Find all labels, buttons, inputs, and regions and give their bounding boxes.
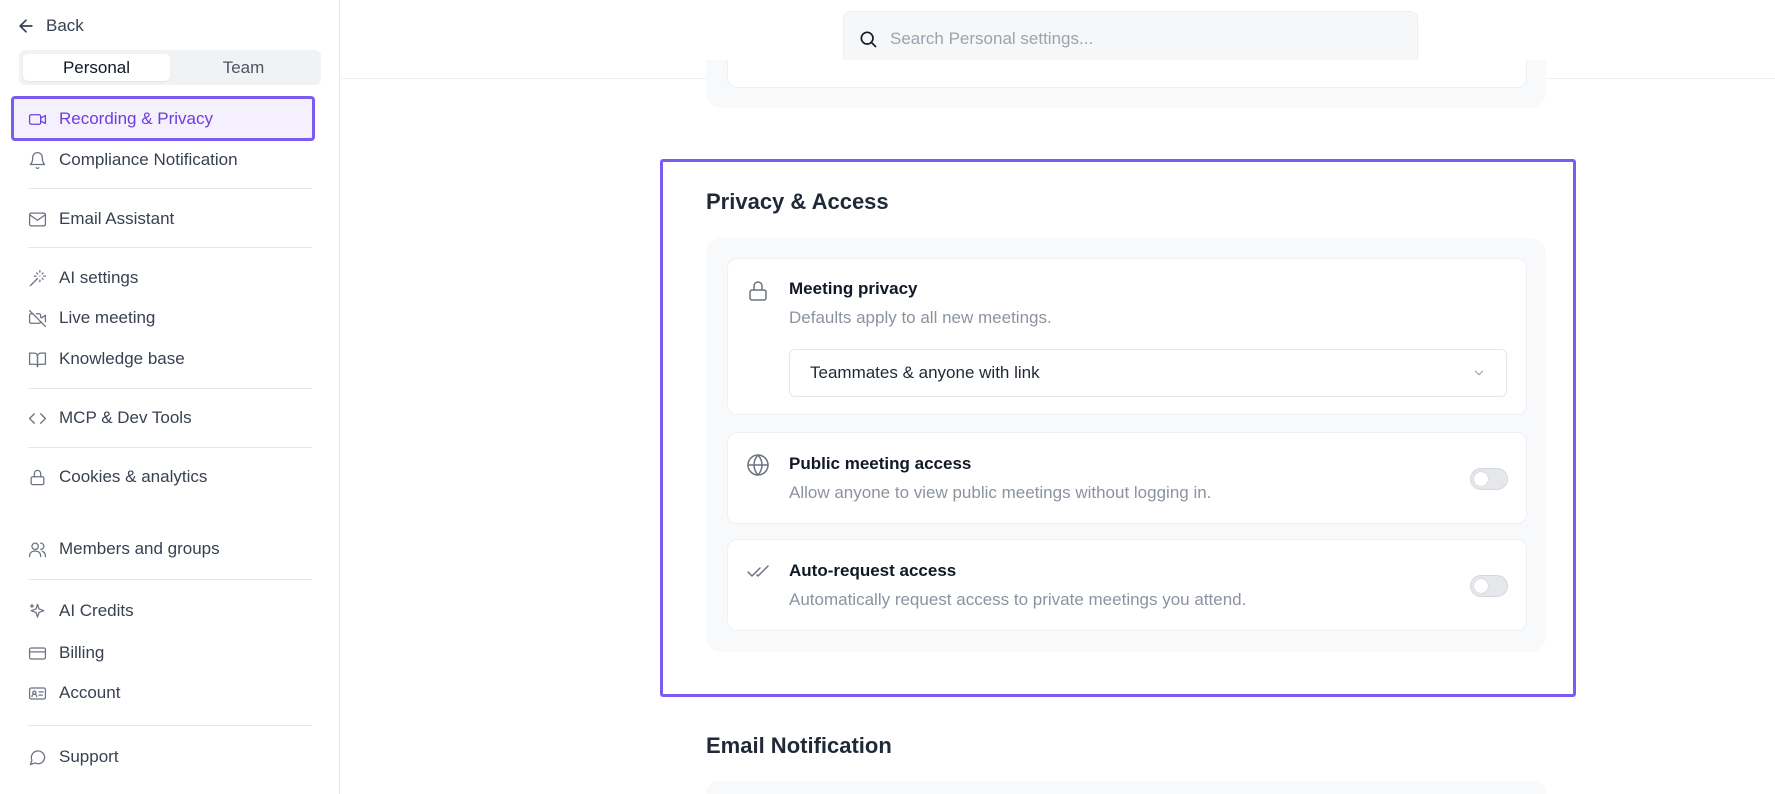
public-access-title: Public meeting access bbox=[789, 454, 972, 473]
section-title-privacy-access: Privacy & Access bbox=[706, 189, 889, 214]
sidebar-item-label: Compliance Notification bbox=[59, 150, 238, 169]
back-button[interactable]: Back bbox=[16, 14, 84, 38]
sidebar-item-label: Live meeting bbox=[59, 308, 156, 327]
auto-request-title: Auto-request access bbox=[789, 561, 957, 580]
divider bbox=[28, 579, 312, 580]
tab-team[interactable]: Team bbox=[170, 54, 317, 81]
sidebar-item-live-meeting[interactable]: Live meeting bbox=[28, 305, 155, 331]
divider bbox=[28, 247, 312, 248]
sidebar-item-label: Cookies & analytics bbox=[59, 467, 208, 486]
users-icon bbox=[28, 542, 47, 557]
back-label: Back bbox=[46, 16, 84, 35]
sidebar-item-label: Knowledge base bbox=[59, 349, 185, 368]
chat-icon bbox=[29, 749, 46, 765]
video-off-icon bbox=[28, 309, 47, 327]
auto-request-toggle[interactable] bbox=[1470, 575, 1508, 597]
search-input[interactable] bbox=[890, 28, 1390, 49]
sidebar-item-compliance[interactable]: Compliance Notification bbox=[28, 147, 238, 173]
public-access-card: Public meeting access Allow anyone to vi… bbox=[727, 432, 1527, 524]
bell-icon bbox=[29, 151, 46, 169]
double-check-icon bbox=[747, 565, 769, 577]
public-access-toggle[interactable] bbox=[1470, 468, 1508, 490]
divider bbox=[28, 447, 312, 448]
scope-switcher: Personal Team bbox=[19, 50, 321, 85]
sidebar-item-label: Support bbox=[59, 747, 119, 766]
settings-app: Back Personal Team Recording & Privacy C… bbox=[0, 0, 1775, 794]
sparkle-icon bbox=[29, 603, 45, 618]
code-icon bbox=[28, 412, 47, 424]
credit-card-icon bbox=[28, 646, 47, 660]
sidebar-item-account[interactable]: Account bbox=[28, 680, 120, 706]
sidebar-item-label: Account bbox=[59, 683, 121, 702]
lock-icon bbox=[749, 281, 767, 301]
search-icon bbox=[860, 31, 877, 47]
search-box[interactable] bbox=[843, 11, 1418, 66]
meeting-privacy-select[interactable]: Teammates & anyone with link bbox=[789, 349, 1507, 397]
meeting-privacy-card: Meeting privacy Defaults apply to all ne… bbox=[727, 258, 1527, 415]
meeting-privacy-title: Meeting privacy bbox=[789, 279, 918, 298]
sidebar: Back Personal Team Recording & Privacy C… bbox=[0, 0, 340, 794]
sidebar-item-billing[interactable]: Billing bbox=[28, 640, 104, 666]
sidebar-item-label: MCP & Dev Tools bbox=[59, 408, 192, 427]
chevron-down-icon bbox=[1474, 370, 1484, 376]
sidebar-item-label: Members and groups bbox=[59, 539, 220, 558]
sidebar-item-recording-privacy[interactable]: Recording & Privacy bbox=[28, 106, 213, 132]
tab-personal[interactable]: Personal bbox=[23, 54, 170, 81]
globe-icon bbox=[747, 454, 769, 476]
id-card-icon bbox=[28, 686, 47, 700]
previous-section-card bbox=[727, 60, 1527, 88]
meeting-privacy-value: Teammates & anyone with link bbox=[810, 363, 1040, 382]
auto-request-card: Auto-request access Automatically reques… bbox=[727, 539, 1527, 631]
video-icon bbox=[28, 113, 47, 125]
email-settings-group bbox=[706, 781, 1546, 794]
sidebar-item-label: Email Assistant bbox=[59, 209, 175, 228]
mail-icon bbox=[28, 212, 47, 226]
sidebar-item-label: AI Credits bbox=[59, 601, 134, 620]
sidebar-item-label: Recording & Privacy bbox=[59, 109, 214, 128]
sidebar-item-label: AI settings bbox=[59, 268, 139, 287]
divider bbox=[28, 388, 312, 389]
sidebar-item-email-assistant[interactable]: Email Assistant bbox=[28, 206, 174, 232]
public-access-description: Allow anyone to view public meetings wit… bbox=[789, 483, 1212, 502]
sidebar-item-mcp-dev-tools[interactable]: MCP & Dev Tools bbox=[28, 405, 192, 431]
sidebar-item-members-groups[interactable]: Members and groups bbox=[28, 536, 220, 562]
book-icon bbox=[28, 352, 47, 367]
sidebar-item-cookies-analytics[interactable]: Cookies & analytics bbox=[28, 464, 207, 490]
section-title-email-notification: Email Notification bbox=[706, 733, 892, 758]
lock-icon bbox=[30, 469, 45, 485]
sidebar-item-label: Billing bbox=[59, 643, 105, 662]
magic-wand-icon bbox=[29, 269, 47, 286]
divider bbox=[28, 188, 312, 189]
auto-request-description: Automatically request access to private … bbox=[789, 590, 1247, 609]
divider bbox=[28, 725, 312, 726]
toggle-knob bbox=[1474, 472, 1488, 486]
sidebar-item-support[interactable]: Support bbox=[28, 744, 119, 770]
meeting-privacy-description: Defaults apply to all new meetings. bbox=[789, 308, 1052, 327]
sidebar-item-ai-credits[interactable]: AI Credits bbox=[28, 598, 134, 624]
sidebar-item-knowledge-base[interactable]: Knowledge base bbox=[28, 346, 185, 372]
arrow-left-icon bbox=[19, 19, 33, 33]
sidebar-item-ai-settings[interactable]: AI settings bbox=[28, 265, 138, 291]
toggle-knob bbox=[1474, 579, 1488, 593]
